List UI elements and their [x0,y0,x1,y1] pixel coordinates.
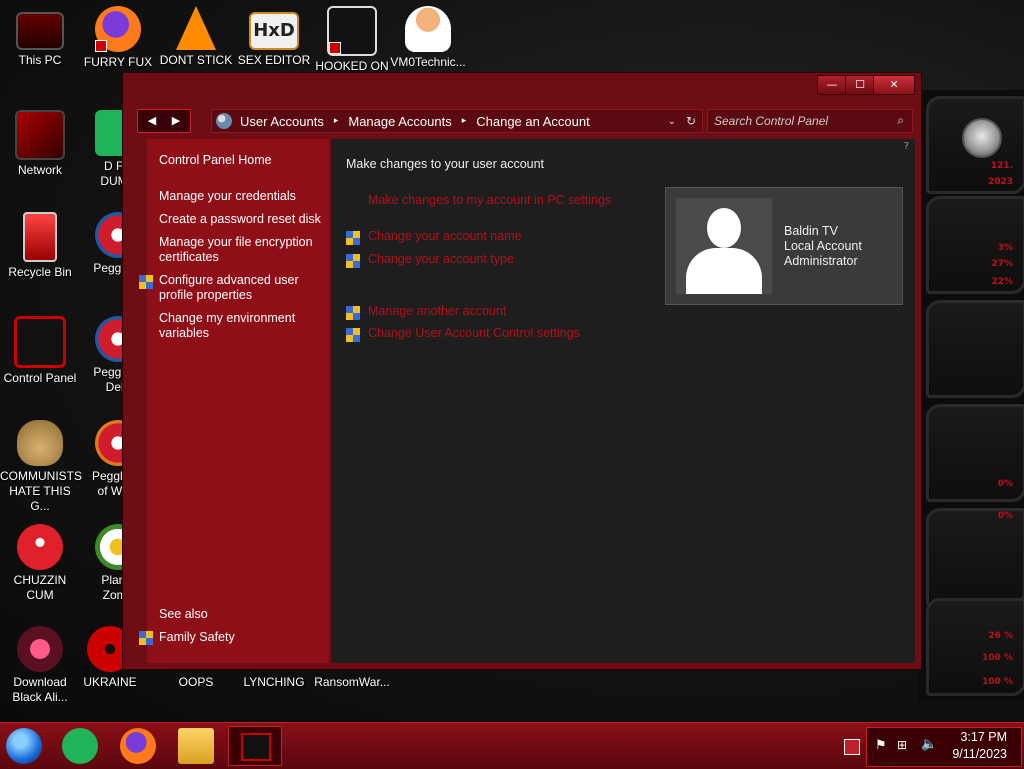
user-account-card: Baldin TV Local Account Administrator [665,187,903,305]
desktop-icon-furry-fux[interactable]: FURRY FUX [78,6,158,70]
navigation-bar: ◀ ▶ User Accounts ▸ Manage Accounts ▸ Ch… [133,107,915,135]
desktop-icon-recycle-bin[interactable]: Recycle Bin [0,212,80,280]
user-name: Baldin TV [784,224,838,238]
breadcrumb-manage-accounts[interactable]: Manage Accounts [340,114,459,129]
volume-icon[interactable]: 🔈 [921,737,937,752]
breadcrumb-separator-icon: ▸ [333,116,339,126]
user-silhouette-body [686,248,762,294]
desktop-icon-sex-editor[interactable]: HxD SEX EDITOR [234,6,314,68]
password-reset-disk-link[interactable]: Create a password reset disk [159,212,335,227]
user-accounts-icon [216,113,232,129]
control-panel-window: — ☐ ✕ ◀ ▶ User Accounts ▸ Manage Account… [122,72,922,670]
monitor-icon [16,12,64,50]
manage-another-account-link[interactable]: Manage another account [368,304,506,318]
clock-date[interactable]: 9/11/2023 [952,747,1007,761]
network-icon[interactable]: ⊞ [897,738,907,752]
system-monitor-widget: 121. 2023 3% 27% 22% 0% 0% 26 % 100 % 10… [918,90,1024,702]
desktop-icon-dont-stick[interactable]: DONT STICK [156,6,236,68]
uac-settings-link[interactable]: Change User Account Control settings [368,326,580,340]
uac-shield-icon [139,275,153,289]
uac-shield-icon [346,254,360,268]
widget-panel: 26 % 100 % 100 % [926,598,1024,696]
refresh-icon[interactable]: ↻ [686,114,696,128]
environment-variables-link[interactable]: Change my environment variables [159,311,335,341]
breadcrumb-change-account[interactable]: Change an Account [468,114,597,129]
desktop-icon-network[interactable]: Network [0,110,80,178]
manage-credentials-link[interactable]: Manage your credentials [159,189,335,204]
desktop-icon-communists[interactable]: COMMUNISTS HATE THIS G... [0,420,82,514]
sidebar: Control Panel Home Manage your credentia… [131,139,329,663]
widget-panel: 0% [926,508,1024,606]
see-also-heading: See also [159,607,208,621]
desktop-icon-vm0technic[interactable]: VM0Technic... [388,6,468,70]
pc-settings-link[interactable]: Make changes to my account in PC setting… [368,193,611,207]
doctor-icon [405,6,451,52]
help-icon[interactable]: ? [904,141,909,152]
change-account-type-link[interactable]: Change your account type [368,252,514,266]
firefox-icon [95,6,141,52]
green-app-taskbar-icon[interactable] [62,728,98,764]
desktop-icon-chuzzin-cum[interactable]: CHUZZIN CUM [0,524,80,603]
uac-shield-icon [346,306,360,320]
avatar [676,198,772,294]
search-input[interactable] [712,112,886,130]
recycle-bin-icon [23,212,57,262]
chevron-down-icon[interactable]: ⌄ [668,116,676,127]
firefox-taskbar-icon[interactable] [120,728,156,764]
clock-time[interactable]: 3:17 PM [960,730,1007,744]
nav-buttons: ◀ ▶ [137,109,191,133]
control-panel-taskbar-button[interactable] [228,726,282,766]
user-role: Administrator [784,254,858,268]
widget-panel: 0% [926,404,1024,502]
back-button[interactable]: ◀ [140,110,164,132]
money-bag-icon [17,420,63,466]
desktop-icon-control-panel[interactable]: Control Panel [0,316,80,386]
show-hidden-icons-icon[interactable] [844,739,860,755]
system-tray: ⚑ ⊞ 🔈 3:17 PM 9/11/2023 [866,727,1022,767]
desktop-icon-hooked-on[interactable]: HOOKED ON [312,6,392,74]
desktop-icon-this-pc[interactable]: This PC [0,6,80,68]
control-panel-icon [241,733,271,761]
search-box[interactable]: ⌕ [707,109,913,133]
control-panel-icon [14,316,66,368]
breadcrumb-user-accounts[interactable]: User Accounts [232,114,332,129]
uac-shield-icon [346,231,360,245]
file-explorer-icon[interactable] [178,728,214,764]
forward-button[interactable]: ▶ [164,110,188,132]
maze-icon [327,6,377,56]
address-bar[interactable]: User Accounts ▸ Manage Accounts ▸ Change… [211,109,703,133]
change-account-name-link[interactable]: Change your account name [368,229,522,243]
widget-panel [926,300,1024,398]
uac-shield-icon [346,328,360,342]
minimize-button[interactable]: — [817,75,847,95]
advanced-profile-link[interactable]: Configure advanced user profile properti… [159,273,335,303]
family-safety-link[interactable]: Family Safety [159,630,335,645]
taskbar: ⚑ ⊞ 🔈 3:17 PM 9/11/2023 [0,722,1024,769]
main-content: ? Make changes to your user account Make… [331,139,915,663]
maximize-button[interactable]: ☐ [845,75,875,95]
window-titlebar[interactable]: — ☐ ✕ [123,73,921,99]
hxd-editor-icon: HxD [249,12,299,50]
search-icon[interactable]: ⌕ [897,113,904,128]
page-heading: Make changes to your user account [346,157,545,171]
alienware-logo-icon [962,118,1002,158]
breadcrumb-separator-icon: ▸ [461,116,467,126]
user-silhouette-icon [707,208,741,248]
close-button[interactable]: ✕ [873,75,915,95]
chuzzle-icon [17,524,63,570]
vlc-cone-icon [176,6,216,50]
user-account-type: Local Account [784,239,862,253]
widget-panel: 3% 27% 22% [926,196,1024,294]
file-encryption-link[interactable]: Manage your file encryption certificates [159,235,335,265]
alien-orb-icon [17,626,63,672]
desktop-icon-download-black-ali[interactable]: Download Black Ali... [0,626,80,705]
network-icon [15,110,65,160]
uac-shield-icon [139,631,153,645]
control-panel-home-link[interactable]: Control Panel Home [159,153,335,168]
flag-icon[interactable]: ⚑ [875,738,887,753]
start-orb-icon[interactable] [6,728,42,764]
